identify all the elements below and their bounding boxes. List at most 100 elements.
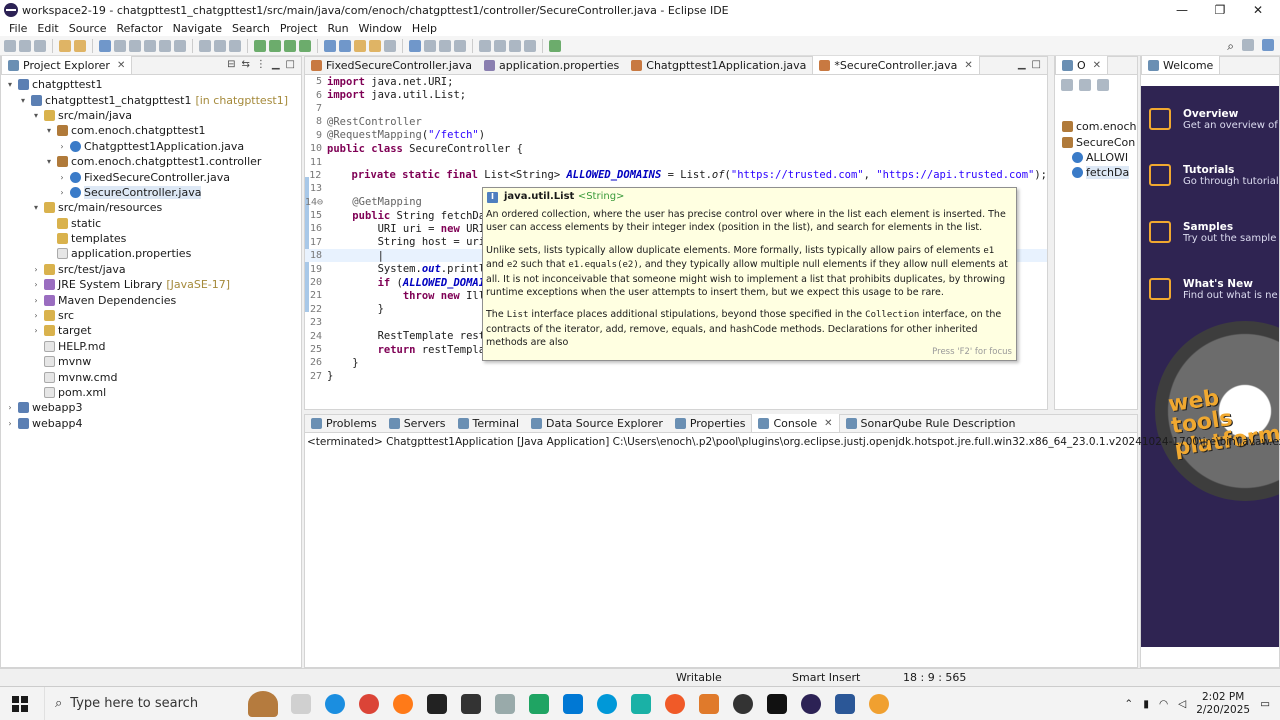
tree-item[interactable]: ▾ com.enoch.chatgpttest1 bbox=[1, 123, 301, 138]
editor-tab[interactable]: *SecureController.java ✕ bbox=[812, 56, 980, 74]
tree-item[interactable]: › Maven Dependencies bbox=[1, 292, 301, 307]
code-line[interactable]: 10 public class SecureController { bbox=[305, 142, 1047, 155]
code-line[interactable]: 27} bbox=[305, 370, 1047, 383]
unreal-icon[interactable] bbox=[427, 693, 447, 714]
redo-icon[interactable] bbox=[74, 39, 86, 52]
tree-item[interactable]: ▾ com.enoch.chatgpttest1.controller bbox=[1, 154, 301, 169]
tree-item[interactable]: HELP.md bbox=[1, 339, 301, 354]
app-icon[interactable] bbox=[835, 693, 855, 714]
wifi-icon[interactable]: ◠ bbox=[1159, 698, 1168, 710]
menu-help[interactable]: Help bbox=[407, 22, 442, 35]
code-line[interactable]: 8 @RestController bbox=[305, 115, 1047, 128]
tree-item[interactable]: templates bbox=[1, 231, 301, 246]
outline-item[interactable]: SecureCon bbox=[1059, 134, 1137, 149]
pin-icon[interactable] bbox=[454, 39, 466, 52]
tab-servers[interactable]: Servers bbox=[383, 414, 452, 432]
tab-sonarqube-rule-description[interactable]: SonarQube Rule Description bbox=[840, 414, 1022, 432]
tree-item[interactable]: › target bbox=[1, 323, 301, 338]
chevron-down-icon[interactable]: ▾ bbox=[44, 126, 54, 135]
step-return-icon[interactable] bbox=[229, 39, 241, 52]
view-menu-icon[interactable]: ⋮ bbox=[256, 59, 266, 70]
task-view-icon[interactable] bbox=[291, 693, 311, 714]
menu-window[interactable]: Window bbox=[354, 22, 407, 35]
tree-item[interactable]: › FixedSecureController.java bbox=[1, 169, 301, 184]
suspend-icon[interactable] bbox=[144, 39, 156, 52]
chevron-down-icon[interactable]: ▾ bbox=[31, 203, 41, 212]
search-icon[interactable] bbox=[384, 39, 396, 52]
welcome-item-samples[interactable]: Samples Try out the sample bbox=[1149, 221, 1276, 244]
tree-item[interactable]: ▾ chatgpttest1_chatgpttest1 [in chatgpttes… bbox=[1, 92, 301, 107]
chevron-right-icon[interactable]: › bbox=[57, 173, 67, 182]
eclipse-icon[interactable] bbox=[801, 693, 821, 714]
tree-item[interactable]: › SecureController.java bbox=[1, 185, 301, 200]
new-server-icon[interactable] bbox=[324, 39, 336, 52]
step-into-icon[interactable] bbox=[199, 39, 211, 52]
maximize-view-icon[interactable]: □ bbox=[1032, 59, 1041, 70]
tree-item[interactable]: › src bbox=[1, 308, 301, 323]
taskbar-search[interactable]: ⌕ Type here to search bbox=[44, 686, 284, 720]
welcome-item-tutorials[interactable]: Tutorials Go through tutorial bbox=[1149, 164, 1279, 187]
run-icon[interactable] bbox=[269, 39, 281, 52]
tree-item[interactable]: › src/test/java bbox=[1, 262, 301, 277]
chevron-down-icon[interactable]: ▾ bbox=[44, 157, 54, 166]
tab-welcome[interactable]: Welcome bbox=[1141, 56, 1221, 74]
disconnect-icon[interactable] bbox=[174, 39, 186, 52]
tab-terminal[interactable]: Terminal bbox=[452, 414, 526, 432]
chevron-right-icon[interactable]: › bbox=[31, 280, 41, 289]
tab-outline[interactable]: O ✕ bbox=[1055, 56, 1109, 74]
back-icon[interactable] bbox=[509, 39, 521, 52]
tree-item[interactable]: ▾ src/main/resources bbox=[1, 200, 301, 215]
chevron-right-icon[interactable]: › bbox=[31, 311, 41, 320]
step-over-icon[interactable] bbox=[214, 39, 226, 52]
chevron-right-icon[interactable]: › bbox=[57, 142, 67, 151]
chrome-icon[interactable] bbox=[359, 693, 379, 714]
windows-start-icon[interactable] bbox=[12, 695, 28, 712]
save-all-icon[interactable] bbox=[34, 39, 46, 52]
app-icon[interactable] bbox=[699, 693, 719, 714]
chevron-right-icon[interactable]: › bbox=[57, 188, 67, 197]
epic-games-icon[interactable] bbox=[461, 693, 481, 714]
tree-item[interactable]: › webapp4 bbox=[1, 416, 301, 431]
forward-icon[interactable] bbox=[524, 39, 536, 52]
welcome-item-overview[interactable]: Overview Get an overview of bbox=[1149, 108, 1278, 131]
menu-navigate[interactable]: Navigate bbox=[168, 22, 227, 35]
new-icon[interactable] bbox=[4, 39, 16, 52]
external-tools-icon[interactable] bbox=[299, 39, 311, 52]
menu-edit[interactable]: Edit bbox=[32, 22, 63, 35]
skip-breakpoints-icon[interactable] bbox=[114, 39, 126, 52]
tab-project-explorer[interactable]: Project Explorer ✕ bbox=[1, 56, 133, 74]
resume-icon[interactable] bbox=[129, 39, 141, 52]
chevron-up-icon[interactable]: ⌃ bbox=[1124, 698, 1133, 710]
chevron-down-icon[interactable]: ▾ bbox=[5, 80, 15, 89]
link-editor-icon[interactable]: ⇆ bbox=[241, 59, 249, 70]
tab-properties[interactable]: Properties bbox=[669, 414, 752, 432]
close-icon[interactable]: ✕ bbox=[117, 60, 125, 71]
console-output[interactable]: <terminated> Chatgpttest1Application [Ja… bbox=[307, 436, 1280, 448]
hide-static-icon[interactable] bbox=[1097, 79, 1109, 91]
toggle-block-selection-icon[interactable] bbox=[424, 39, 436, 52]
tree-item[interactable]: › Chatgpttest1Application.java bbox=[1, 139, 301, 154]
tree-item[interactable]: static bbox=[1, 216, 301, 231]
tab-console[interactable]: Console ✕ bbox=[751, 414, 840, 432]
tree-item[interactable]: application.properties bbox=[1, 246, 301, 261]
code-line[interactable]: 12 private static final List<String> ALL… bbox=[305, 169, 1047, 182]
file-icon[interactable] bbox=[529, 693, 549, 714]
javadoc-hover[interactable]: I java.util.List <String> An ordered col… bbox=[482, 187, 1017, 361]
code-line[interactable]: 11 bbox=[305, 155, 1047, 168]
coverage-icon[interactable] bbox=[284, 39, 296, 52]
tree-item[interactable]: › JRE System Library [JavaSE-17] bbox=[1, 277, 301, 292]
editor-tab[interactable]: FixedSecureController.java bbox=[305, 56, 478, 74]
code-line[interactable]: 5 import java.net.URI; bbox=[305, 75, 1047, 88]
close-icon[interactable]: ✕ bbox=[824, 418, 832, 429]
close-icon[interactable]: ✕ bbox=[964, 60, 972, 71]
collapse-all-icon[interactable]: ⊟ bbox=[227, 59, 235, 70]
chevron-down-icon[interactable]: ▾ bbox=[31, 111, 41, 120]
show-whitespace-icon[interactable] bbox=[439, 39, 451, 52]
next-annotation-icon[interactable] bbox=[479, 39, 491, 52]
clock[interactable]: 2:02 PM 2/20/2025 bbox=[1196, 691, 1250, 717]
minimize-button[interactable]: — bbox=[1162, 0, 1202, 20]
new-java-project-icon[interactable] bbox=[339, 39, 351, 52]
vscode-icon[interactable] bbox=[563, 693, 583, 714]
network-icon[interactable]: ▮ bbox=[1143, 698, 1149, 710]
editor-tab[interactable]: Chatgpttest1Application.java bbox=[625, 56, 812, 74]
